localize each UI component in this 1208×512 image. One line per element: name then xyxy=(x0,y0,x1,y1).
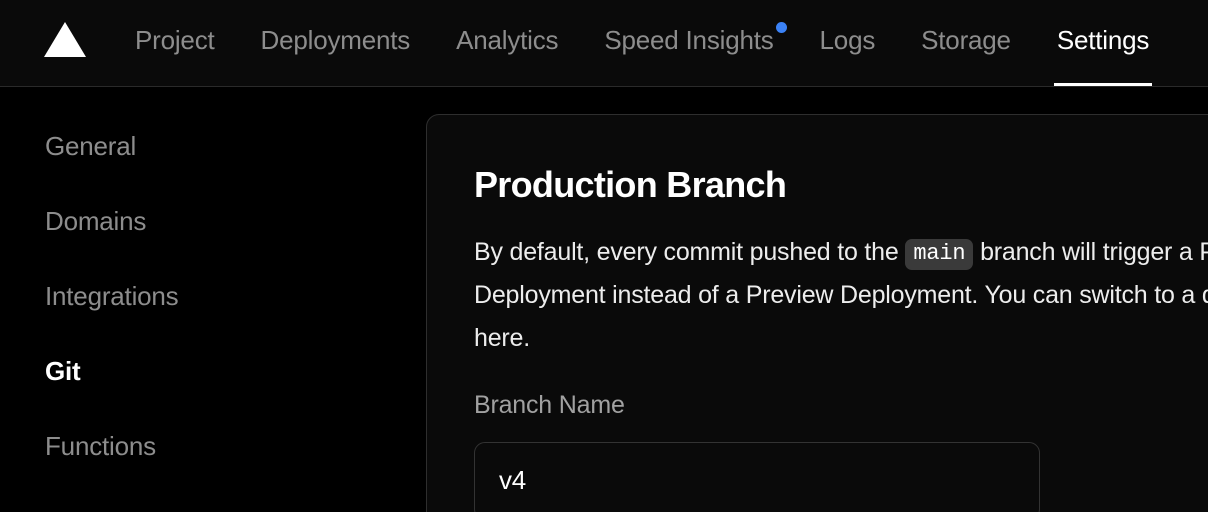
sidebar-item-functions[interactable]: Functions xyxy=(45,433,156,459)
production-branch-card-body: Production Branch By default, every comm… xyxy=(427,115,1208,512)
nav-tab-label: Speed Insights xyxy=(604,24,774,55)
sidebar-item-label: General xyxy=(45,131,137,161)
vercel-triangle-icon xyxy=(44,22,86,57)
nav-tab-logs[interactable]: Logs xyxy=(797,0,899,86)
production-branch-description: By default, every commit pushed to the m… xyxy=(474,231,1208,360)
nav-tab-label: Logs xyxy=(819,24,876,55)
sidebar-item-git[interactable]: Git xyxy=(45,358,81,384)
vercel-logo[interactable] xyxy=(44,0,112,86)
nav-tab-label: Settings xyxy=(1056,24,1150,55)
sidebar-item-label: Domains xyxy=(45,206,147,236)
nav-tab-project[interactable]: Project xyxy=(112,0,238,86)
branch-name-input[interactable] xyxy=(474,441,1040,512)
top-navigation-bar: Project Deployments Analytics Speed Insi… xyxy=(0,0,1208,87)
app-root: Project Deployments Analytics Speed Insi… xyxy=(0,0,1208,512)
branch-name-label: Branch Name xyxy=(474,390,625,419)
nav-tab-deployments[interactable]: Deployments xyxy=(238,0,434,86)
notification-dot-icon xyxy=(775,22,787,33)
sidebar-item-domains[interactable]: Domains xyxy=(45,208,146,234)
nav-tab-label: Analytics xyxy=(456,24,559,55)
nav-tab-label: Project xyxy=(135,24,215,55)
sidebar-item-general[interactable]: General xyxy=(45,133,136,159)
sidebar-item-integrations[interactable]: Integrations xyxy=(45,281,179,311)
nav-tab-settings[interactable]: Settings xyxy=(1034,0,1172,86)
nav-tab-speed-insights[interactable]: Speed Insights xyxy=(581,0,796,86)
nav-tab-label: Deployments xyxy=(260,24,411,55)
page-title: Production Branch xyxy=(474,164,787,205)
settings-sidebar: General Domains Integrations Git Functio… xyxy=(0,87,426,512)
branch-code-badge: main xyxy=(905,238,974,270)
sidebar-item-label: Integrations xyxy=(45,281,179,311)
sidebar-item-label: Git xyxy=(45,356,81,386)
description-text-before-code: By default, every commit pushed to the xyxy=(474,237,906,266)
nav-tab-analytics[interactable]: Analytics xyxy=(433,0,581,86)
nav-tab-storage[interactable]: Storage xyxy=(898,0,1034,86)
sidebar-item-label: Functions xyxy=(45,431,156,461)
production-branch-card: Production Branch By default, every comm… xyxy=(426,114,1208,512)
top-navigation-items: Project Deployments Analytics Speed Insi… xyxy=(0,0,1172,86)
nav-tab-label: Storage xyxy=(921,24,1011,55)
